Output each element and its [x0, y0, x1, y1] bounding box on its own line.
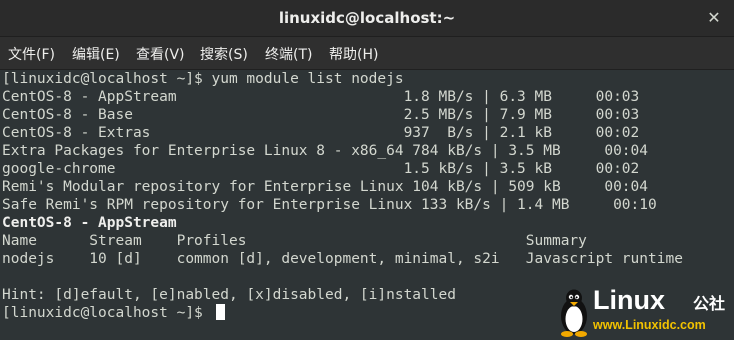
- close-icon[interactable]: ✕: [704, 8, 724, 28]
- watermark-logo: Linux 公社 www.Linuxidc.com: [557, 285, 734, 340]
- terminal-line: Safe Remi's RPM repository for Enterpris…: [2, 197, 657, 213]
- terminal-line-command: [linuxidc@localhost ~]$ yum module list …: [2, 71, 404, 87]
- watermark-url: www.Linuxidc.com: [593, 318, 706, 332]
- terminal-cursor: [216, 304, 225, 320]
- terminal-line: Extra Packages for Enterprise Linux 8 - …: [2, 143, 649, 159]
- menu-help[interactable]: 帮助(H): [329, 44, 378, 64]
- terminal-line: CentOS-8 - Extras 937 B/s | 2.1 kB 00:02: [2, 125, 640, 141]
- menu-search[interactable]: 搜索(S): [200, 44, 248, 64]
- watermark-brand: Linux: [593, 285, 665, 315]
- terminal-line: CentOS-8 - AppStream 1.8 MB/s | 6.3 MB 0…: [2, 89, 640, 105]
- terminal-line: google-chrome 1.5 kB/s | 3.5 kB 00:02: [2, 161, 640, 177]
- terminal-line-table-row: nodejs 10 [d] common [d], development, m…: [2, 251, 683, 267]
- window-title: linuxidc@localhost:~: [278, 9, 456, 27]
- terminal-line-prompt: [linuxidc@localhost ~]$: [2, 305, 212, 321]
- menu-file[interactable]: 文件(F): [8, 44, 55, 64]
- menu-view[interactable]: 查看(V): [136, 44, 185, 64]
- window-titlebar: linuxidc@localhost:~ ✕: [0, 0, 734, 37]
- terminal-line-hint: Hint: [d]efault, [e]nabled, [x]disabled,…: [2, 287, 456, 303]
- penguin-icon: [561, 289, 587, 337]
- watermark-brand-cn: 公社: [693, 294, 726, 313]
- terminal-line: Remi's Modular repository for Enterprise…: [2, 179, 649, 195]
- terminal-line-table-header: Name Stream Profiles Summary: [2, 233, 587, 249]
- menu-terminal[interactable]: 终端(T): [265, 44, 312, 64]
- menu-edit[interactable]: 编辑(E): [72, 44, 120, 64]
- terminal-line: CentOS-8 - Base 2.5 MB/s | 7.9 MB 00:03: [2, 107, 640, 123]
- menu-bar: 文件(F) 编辑(E) 查看(V) 搜索(S) 终端(T) 帮助(H): [0, 37, 734, 70]
- terminal-line-repo-heading: CentOS-8 - AppStream: [2, 215, 177, 231]
